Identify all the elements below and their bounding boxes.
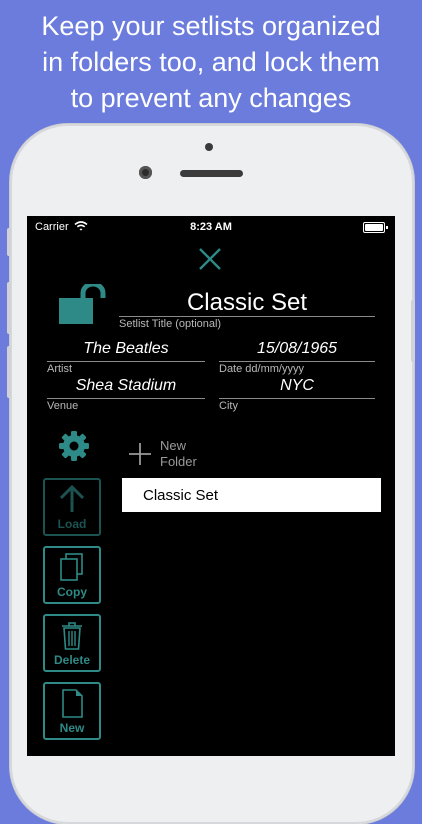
status-bar: Carrier 8:23 AM	[27, 216, 395, 238]
app-screen: Carrier 8:23 AM Classic Set Setlist Titl…	[27, 216, 395, 756]
load-button[interactable]: Load	[43, 478, 101, 536]
venue-underline	[47, 398, 205, 399]
close-icon[interactable]	[197, 246, 223, 272]
list-item-label: Classic Set	[143, 487, 219, 504]
headline-line-2: in folders too, and lock them	[42, 47, 380, 77]
title-label: Setlist Title (optional)	[119, 318, 222, 330]
phone-power-button	[411, 300, 415, 362]
promo-headline: Keep your setlists organized in folders …	[0, 8, 422, 116]
date-underline	[219, 361, 375, 362]
venue-label: Venue	[47, 400, 79, 412]
headline-line-3: to prevent any changes	[70, 83, 352, 113]
new-label: New	[59, 721, 85, 735]
date-input[interactable]: 15/08/1965	[219, 340, 375, 358]
copy-icon	[60, 553, 83, 581]
city-underline	[219, 398, 375, 399]
artist-label: Artist	[47, 363, 73, 375]
delete-button[interactable]: Delete	[43, 614, 101, 672]
new-button[interactable]: New	[43, 682, 101, 740]
date-label: Date dd/mm/yyyy	[219, 363, 304, 375]
plus-icon	[129, 443, 151, 465]
title-underline	[119, 316, 375, 317]
city-label: City	[219, 400, 238, 412]
headline-line-1: Keep your setlists organized	[41, 11, 381, 41]
phone-volume-down	[7, 346, 11, 398]
copy-button[interactable]: Copy	[43, 546, 101, 604]
artist-input[interactable]: The Beatles	[47, 340, 205, 358]
document-icon	[62, 689, 83, 718]
phone-sensor	[205, 143, 213, 151]
venue-input[interactable]: Shea Stadium	[47, 377, 205, 395]
gear-icon[interactable]	[58, 430, 90, 462]
status-time: 8:23 AM	[190, 221, 232, 233]
unlocked-padlock-icon[interactable]	[59, 284, 113, 324]
load-label: Load	[57, 517, 87, 531]
delete-label: Delete	[53, 653, 91, 667]
trash-icon	[62, 622, 82, 650]
new-folder-label: New Folder	[160, 438, 197, 469]
setlist-title-input[interactable]: Classic Set	[119, 289, 375, 317]
list-item[interactable]: Classic Set	[122, 478, 381, 512]
phone-speaker	[180, 170, 243, 177]
battery-icon	[363, 222, 388, 233]
phone-camera	[139, 166, 152, 179]
phone-volume-up	[7, 282, 11, 334]
artist-underline	[47, 361, 205, 362]
phone-mute-switch	[7, 228, 11, 256]
arrow-up-icon	[59, 484, 85, 512]
city-input[interactable]: NYC	[219, 377, 375, 395]
copy-label: Copy	[57, 585, 87, 599]
